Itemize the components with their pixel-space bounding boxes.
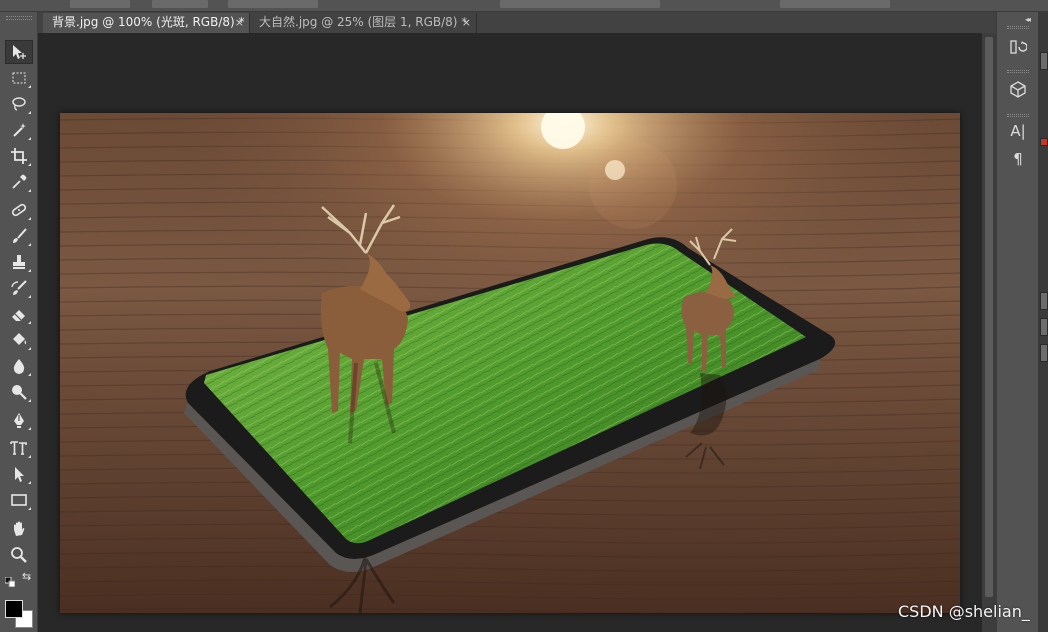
healing-brush-tool[interactable] <box>5 198 33 222</box>
history-brush-tool[interactable] <box>5 276 33 300</box>
foreground-color-swatch[interactable] <box>5 600 23 618</box>
lasso-tool[interactable] <box>5 92 33 116</box>
dodge-tool[interactable] <box>5 380 33 404</box>
character-panel-button[interactable]: A| <box>1006 120 1030 142</box>
blur-tool[interactable] <box>5 354 33 378</box>
photoshop-window: 背景.jpg @ 100% (光斑, RGB/8) * × 大自然.jpg @ … <box>0 0 1048 632</box>
collapsed-panel-dock: ◂◂ A| ¶ <box>996 12 1038 632</box>
document-canvas[interactable] <box>60 113 960 613</box>
close-icon[interactable]: × <box>235 13 244 32</box>
options-control[interactable] <box>152 0 208 8</box>
paragraph-panel-button[interactable]: ¶ <box>1006 148 1030 170</box>
shape-tool[interactable] <box>5 488 33 512</box>
type-tool[interactable] <box>5 436 33 460</box>
eraser-tool[interactable] <box>5 302 33 326</box>
paint-bucket-tool[interactable] <box>5 328 33 352</box>
move-tool[interactable] <box>5 40 33 64</box>
marquee-tool[interactable] <box>5 66 33 90</box>
panel-grip[interactable] <box>1007 114 1029 117</box>
tab-label: 大自然.jpg @ 25% (图层 1, RGB/8) * <box>259 15 468 29</box>
pen-icon <box>14 413 24 428</box>
lasso-icon <box>12 97 26 111</box>
watermark-text: CSDN @shelian_ <box>898 602 1030 621</box>
panel-tab-stub[interactable] <box>1040 292 1048 310</box>
zoom-icon <box>11 547 27 563</box>
crop-tool[interactable] <box>5 144 33 168</box>
panel-tab-stub[interactable] <box>1040 52 1048 70</box>
scrollbar-thumb[interactable] <box>985 37 993 597</box>
tools-panel: ⇆ <box>0 12 38 632</box>
panel-edge-strip <box>1038 12 1048 632</box>
vertical-scrollbar[interactable] <box>982 33 996 632</box>
brush-tool[interactable] <box>5 224 33 248</box>
history-icon <box>1010 40 1027 54</box>
options-control[interactable] <box>70 0 130 8</box>
cube-icon <box>1010 81 1026 98</box>
options-bar <box>0 0 1048 12</box>
swap-colors-icon[interactable]: ⇆ <box>22 571 34 583</box>
eyedropper-icon <box>12 174 27 189</box>
eyedropper-tool[interactable] <box>5 170 33 194</box>
panel-grip[interactable] <box>6 16 32 20</box>
history-panel-button[interactable] <box>1006 36 1030 58</box>
panel-grip[interactable] <box>1007 26 1029 29</box>
document-canvas-area[interactable] <box>38 33 996 632</box>
character-icon: A| <box>1010 122 1026 140</box>
document-tab-bar: 背景.jpg @ 100% (光斑, RGB/8) * × 大自然.jpg @ … <box>38 12 996 33</box>
brush-icon <box>13 228 27 243</box>
default-colors-icon[interactable] <box>4 572 16 588</box>
zoom-tool[interactable] <box>5 543 33 567</box>
panel-tab-stub[interactable] <box>1040 344 1048 362</box>
deer-on-phone-artwork <box>60 113 960 613</box>
move-icon <box>13 45 26 59</box>
3d-panel-button[interactable] <box>1006 78 1030 100</box>
color-indicator <box>1040 138 1048 146</box>
dodge-icon <box>12 385 27 400</box>
pen-tool[interactable] <box>5 408 33 432</box>
clone-stamp-tool[interactable] <box>5 250 33 274</box>
rect-marquee-icon <box>12 72 26 84</box>
panel-grip[interactable] <box>1007 70 1029 73</box>
panel-tab-stub[interactable] <box>1040 318 1048 336</box>
drop-icon <box>13 359 25 374</box>
magic-wand-tool[interactable] <box>5 118 33 142</box>
document-tab-background[interactable]: 背景.jpg @ 100% (光斑, RGB/8) * × <box>43 13 250 33</box>
close-icon[interactable]: × <box>462 13 471 32</box>
collapse-panels-icon[interactable]: ◂◂ <box>1025 15 1031 24</box>
hand-icon <box>14 521 25 536</box>
magic-wand-icon <box>13 123 26 137</box>
history-brush-icon <box>11 280 27 295</box>
bandage-icon <box>11 203 27 217</box>
options-control[interactable] <box>228 0 318 8</box>
type-icon <box>10 441 27 455</box>
path-selection-tool[interactable] <box>5 462 33 486</box>
crop-icon <box>11 148 27 164</box>
tab-label: 背景.jpg @ 100% (光斑, RGB/8) * <box>52 15 245 29</box>
arrow-icon <box>15 467 24 482</box>
rectangle-icon <box>11 494 27 506</box>
align-buttons[interactable] <box>500 0 660 8</box>
pilcrow-icon: ¶ <box>1013 150 1023 168</box>
stamp-icon <box>13 255 25 269</box>
bucket-icon <box>13 333 27 345</box>
document-tab-nature[interactable]: 大自然.jpg @ 25% (图层 1, RGB/8) * × <box>250 13 477 33</box>
eraser-icon <box>12 310 25 321</box>
3d-mode-buttons[interactable] <box>780 0 890 8</box>
hand-tool[interactable] <box>5 517 33 541</box>
